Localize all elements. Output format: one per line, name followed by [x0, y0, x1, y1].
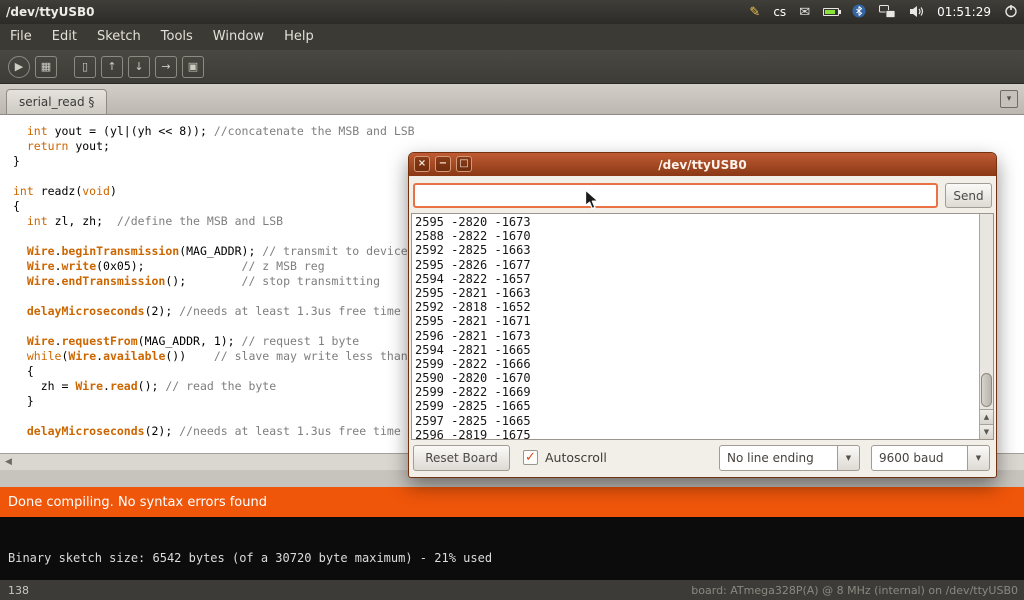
battery-nub [839, 10, 841, 14]
baud-dropdown-button[interactable]: ▼ [968, 445, 990, 471]
toolbar: ▶ ▦ ▯ ↑ ↓ → ▣ [0, 50, 1024, 84]
stop-button[interactable]: ▦ [35, 56, 57, 78]
serial-output-line: 2596 -2819 -1675 [415, 428, 979, 439]
battery-icon[interactable] [823, 8, 839, 16]
upload-icon: → [161, 61, 170, 72]
serial-scrollbar[interactable]: ▲ ▼ [979, 214, 993, 439]
maximize-button[interactable]: □ [456, 156, 472, 172]
mail-icon[interactable]: ✉ [799, 6, 810, 19]
menu-item-help[interactable]: Help [274, 24, 324, 50]
menu-item-file[interactable]: File [0, 24, 42, 50]
tab-menu-button[interactable]: ▾ [1000, 90, 1018, 108]
menu-item-tools[interactable]: Tools [151, 24, 203, 50]
volume-icon[interactable] [909, 3, 924, 22]
scroll-down-icon: ▼ [984, 428, 989, 436]
save-icon: ↓ [134, 61, 143, 72]
top-panel: /dev/ttyUSB0 ✎ cs ✉ 01:51:29 [0, 0, 1024, 24]
tab-bar: serial_read § ▾ [0, 84, 1024, 115]
console-text: Binary sketch size: 6542 bytes (of a 307… [0, 517, 1024, 565]
menu-item-sketch[interactable]: Sketch [87, 24, 151, 50]
serial-output-line: 2599 -2825 -1665 [415, 399, 979, 413]
new-sketch-button[interactable]: ▯ [74, 56, 96, 78]
mouse-cursor [584, 189, 601, 215]
tab-serial-read[interactable]: serial_read § [6, 89, 107, 114]
line-ending-dropdown-button[interactable]: ▼ [838, 445, 860, 471]
serial-output-line: 2595 -2820 -1673 [415, 215, 979, 229]
menu-item-window[interactable]: Window [203, 24, 274, 50]
window-controls: × − □ [414, 156, 472, 172]
battery-level [825, 10, 835, 14]
serial-output-line: 2595 -2821 -1663 [415, 286, 979, 300]
serial-output-line: 2595 -2826 -1677 [415, 258, 979, 272]
keyboard-layout-indicator[interactable]: cs [773, 5, 786, 19]
status-message: Done compiling. No syntax errors found [8, 495, 267, 510]
serial-output-line: 2592 -2818 -1652 [415, 300, 979, 314]
scrollbar-thumb[interactable] [981, 373, 992, 407]
upload-button[interactable]: → [155, 56, 177, 78]
checkmark-icon: ✓ [525, 450, 536, 465]
bluetooth-icon[interactable] [852, 3, 866, 22]
dropdown-arrow-icon: ▼ [846, 454, 851, 462]
serial-monitor-icon: ▣ [188, 61, 198, 72]
board-info: board: ATmega328P(A) @ 8 MHz (internal) … [691, 584, 1024, 597]
autoscroll-checkbox[interactable]: ✓ [523, 450, 538, 465]
scroll-left-icon[interactable]: ◀ [5, 457, 12, 467]
scroll-down-button[interactable]: ▼ [980, 424, 993, 439]
verify-icon: ▶ [15, 61, 23, 72]
save-button[interactable]: ↓ [128, 56, 150, 78]
close-button[interactable]: × [414, 156, 430, 172]
menubar: FileEditSketchToolsWindowHelp [0, 24, 1024, 50]
open-button[interactable]: ↑ [101, 56, 123, 78]
scroll-up-icon: ▲ [984, 413, 989, 421]
baud-select[interactable]: 9600 baud [871, 445, 968, 471]
scroll-up-button[interactable]: ▲ [980, 409, 993, 424]
close-icon: × [418, 158, 426, 169]
serial-output-area[interactable]: 2595 -2820 -16732588 -2822 -16702592 -28… [411, 213, 994, 440]
line-ending-select[interactable]: No line ending [719, 445, 838, 471]
clock[interactable]: 01:51:29 [937, 5, 991, 19]
line-number: 138 [0, 584, 29, 597]
console-output: Binary sketch size: 6542 bytes (of a 307… [0, 517, 1024, 580]
serial-monitor-controls: Reset Board ✓ Autoscroll No line ending … [413, 445, 992, 472]
serial-output-line: 2594 -2822 -1657 [415, 272, 979, 286]
dropdown-arrow-icon: ▼ [976, 454, 981, 462]
serial-output-line: 2596 -2821 -1673 [415, 329, 979, 343]
serial-output-line: 2599 -2822 -1669 [415, 385, 979, 399]
autoscroll-label: Autoscroll [545, 450, 607, 465]
serial-output-line: 2592 -2825 -1663 [415, 243, 979, 257]
stop-icon: ▦ [41, 61, 51, 72]
minimize-icon: − [439, 158, 447, 169]
serial-monitor-title: /dev/ttyUSB0 [658, 158, 747, 172]
serial-monitor-window: ×−□ /dev/ttyUSB0 Send 2595 -2820 -167325… [408, 152, 997, 478]
serial-output-line: 2597 -2825 -1665 [415, 414, 979, 428]
serial-output-line: 2594 -2821 -1665 [415, 343, 979, 357]
serial-output-line: 2599 -2822 -1666 [415, 357, 979, 371]
serial-monitor-body: Send 2595 -2820 -16732588 -2822 -1670259… [409, 176, 996, 477]
system-tray: ✎ cs ✉ 01:51:29 [749, 3, 1024, 22]
serial-monitor-button[interactable]: ▣ [182, 56, 204, 78]
power-icon[interactable] [1004, 3, 1018, 22]
code-line: int yout = (yl|(yh << 8)); //concatenate… [13, 124, 1024, 139]
active-window-title: /dev/ttyUSB0 [0, 5, 95, 19]
open-icon: ↑ [107, 61, 116, 72]
verify-button[interactable]: ▶ [8, 56, 30, 78]
menu-item-edit[interactable]: Edit [42, 24, 87, 50]
serial-monitor-titlebar[interactable]: × − □ /dev/ttyUSB0 [409, 153, 996, 176]
serial-output-line: 2588 -2822 -1670 [415, 229, 979, 243]
serial-output: 2595 -2820 -16732588 -2822 -16702592 -28… [412, 214, 979, 439]
send-button[interactable]: Send [945, 183, 992, 208]
serial-input-row: Send [413, 183, 992, 208]
input-method-icon[interactable]: ✎ [749, 6, 760, 19]
serial-output-line: 2595 -2821 -1671 [415, 314, 979, 328]
status-bar: Done compiling. No syntax errors found [0, 487, 1024, 517]
reset-board-button[interactable]: Reset Board [413, 445, 510, 471]
maximize-icon: □ [459, 158, 468, 169]
network-icon[interactable] [879, 3, 896, 22]
new-file-icon: ▯ [82, 61, 88, 72]
tab-menu-icon: ▾ [1007, 94, 1012, 104]
serial-input-field[interactable] [413, 183, 938, 208]
minimize-button[interactable]: − [435, 156, 451, 172]
serial-output-line: 2590 -2820 -1670 [415, 371, 979, 385]
footer: 138 board: ATmega328P(A) @ 8 MHz (intern… [0, 580, 1024, 600]
